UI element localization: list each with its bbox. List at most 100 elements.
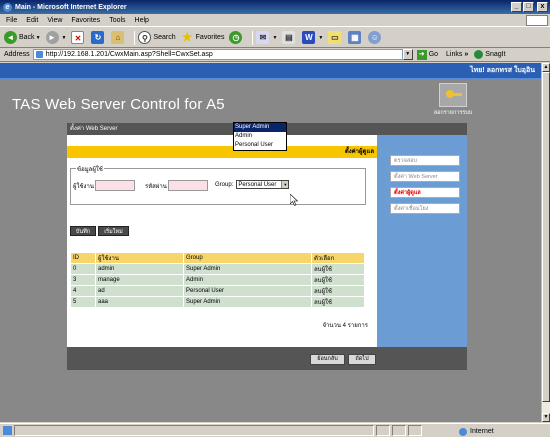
user-info-fieldset: ข้อมูลผู้ใช้ ผู้ใช้งาน รหัสผ่าน Group: P… — [70, 164, 366, 205]
group-option[interactable]: Super Admin — [234, 123, 286, 132]
back-button[interactable]: ◄ Back ▼ — [4, 31, 41, 44]
delete-user-link[interactable]: ลบผู้ใช้ — [311, 296, 365, 308]
favorites-star-icon: ★ — [181, 30, 193, 44]
favorites-button[interactable]: ★ Favorites — [181, 31, 225, 44]
logout-label: ลอกรายการรบบ — [433, 110, 473, 116]
sidebar-item-link[interactable]: ตั้งค่าเชื่อมโยง — [390, 203, 460, 214]
sidebar-item-check[interactable]: ตรวจสอบ — [390, 155, 460, 166]
group-option[interactable]: Admin — [234, 132, 286, 141]
menu-edit[interactable]: Edit — [26, 17, 38, 24]
delete-user-link[interactable]: ลบผู้ใช้ — [311, 274, 365, 286]
chevron-right-icon[interactable]: » — [464, 51, 468, 58]
cell-group: Personal User — [183, 285, 312, 297]
refresh-button[interactable]: ↻ — [91, 31, 106, 44]
stop-button[interactable]: ✕ — [71, 31, 86, 44]
group-select[interactable]: Personal User ▼ — [236, 180, 290, 189]
menu-bar: File Edit View Favorites Tools Help — [0, 14, 550, 27]
delete-user-link[interactable]: ลบผู้ใช้ — [311, 285, 365, 297]
password-row: รหัสผ่าน — [145, 180, 208, 191]
stop-icon: ✕ — [71, 31, 85, 44]
sidebar-item-web-server[interactable]: ตั้งค่า Web Server — [390, 171, 460, 182]
cell-username: ad — [95, 285, 184, 297]
history-icon: ◷ — [229, 31, 243, 44]
scroll-down-icon[interactable]: ▼ — [542, 413, 550, 422]
scroll-thumb[interactable] — [542, 72, 550, 402]
save-button[interactable]: บันทึก — [70, 226, 96, 236]
page-status-icon — [3, 426, 12, 435]
window-title: Main - Microsoft Internet Explorer — [15, 3, 127, 11]
toolbar-separator — [134, 30, 136, 45]
cell-username: aaa — [95, 296, 184, 308]
mail-button[interactable]: ✉ ▼ — [256, 31, 277, 44]
col-option: ตัวเลือก — [311, 252, 365, 264]
table-header-row: ID ผู้ใช้งาน Group ตัวเลือก — [70, 252, 365, 264]
delete-user-link[interactable]: ลบผู้ใช้ — [311, 263, 365, 275]
fieldset-legend: ข้อมูลผู้ใช้ — [76, 164, 104, 174]
links-button[interactable]: Links — [446, 51, 462, 58]
reset-button[interactable]: เริ่มใหม่ — [98, 226, 129, 236]
panel-content: ตั้งค่าผู้ดูแล ข้อมูลผู้ใช้ ผู้ใช้งาน รห… — [67, 135, 377, 347]
key-icon — [439, 83, 467, 107]
status-cell — [392, 425, 406, 436]
cell-id: 5 — [70, 296, 96, 308]
vertical-scrollbar[interactable]: ▲ ▼ — [541, 63, 550, 422]
minimize-button[interactable]: _ — [511, 2, 522, 12]
table-row: 5 aaa Super Admin ลบผู้ใช้ — [70, 296, 365, 308]
edit-button[interactable]: W ▼ — [302, 31, 323, 44]
chevron-down-icon[interactable]: ▼ — [281, 181, 289, 188]
mail-icon: ✉ — [256, 31, 270, 44]
go-arrow-icon: ➜ — [416, 49, 427, 60]
menu-help[interactable]: Help — [135, 17, 149, 24]
address-input[interactable]: http://192.168.1.201/CwxMain.asp?Shell=C… — [32, 49, 403, 60]
snagit-icon — [474, 50, 484, 59]
go-button[interactable]: ➜ Go — [416, 49, 438, 60]
chevron-down-icon: ▼ — [35, 34, 41, 41]
password-input[interactable] — [167, 180, 208, 191]
home-icon: ⌂ — [111, 31, 125, 44]
internet-globe-icon — [459, 427, 467, 436]
next-page-button[interactable]: ถัดไป — [348, 354, 376, 365]
cell-username: manage — [95, 274, 184, 286]
username-input[interactable] — [94, 180, 135, 191]
toolbar: ◄ Back ▼ ► ▼ ✕ ↻ ⌂ ⚲ Search ★ Favorites ◷ ✉ ▼ … — [0, 28, 550, 48]
search-button[interactable]: ⚲ Search — [138, 31, 176, 44]
menu-file[interactable]: File — [6, 17, 17, 24]
logout-button[interactable]: ลอกรายการรบบ — [433, 83, 473, 117]
username-row: ผู้ใช้งาน — [73, 180, 135, 191]
snagit-button[interactable]: SnagIt — [474, 50, 506, 59]
cell-id: 4 — [70, 285, 96, 297]
panel-footer: ย้อนกลับ ถัดไป — [67, 347, 467, 370]
research-button[interactable]: ▦ — [348, 31, 363, 44]
back-page-button[interactable]: ย้อนกลับ — [310, 354, 345, 365]
search-icon: ⚲ — [138, 31, 152, 44]
group-dropdown-list: Super Admin Admin Personal User — [233, 122, 287, 151]
menu-tools[interactable]: Tools — [109, 17, 125, 24]
scroll-up-icon[interactable]: ▲ — [542, 63, 550, 72]
cell-group: Admin — [183, 274, 312, 286]
discuss-button[interactable]: ▭ — [328, 31, 343, 44]
status-cell — [376, 425, 390, 436]
windows-logo-icon — [526, 15, 548, 26]
user-bar: ไทย! ลอกทรส ใบอุอิน — [0, 63, 541, 79]
settings-panel: ตั้งค่า Web Server ตั้งค่าผู้ดูแล ข้อมูล… — [67, 123, 467, 370]
password-label: รหัสผ่าน — [145, 183, 167, 190]
history-button[interactable]: ◷ — [229, 31, 244, 44]
toolbar-separator — [252, 30, 254, 45]
close-button[interactable]: x — [537, 2, 548, 12]
sidebar-item-admin[interactable]: ตั้งค่าผู้ดูแล — [390, 187, 460, 198]
print-icon: ▤ — [282, 31, 296, 44]
menu-view[interactable]: View — [47, 17, 62, 24]
messenger-button[interactable]: ☺ — [368, 31, 383, 44]
address-dropdown-button[interactable]: ▼ — [402, 49, 413, 60]
group-option[interactable]: Personal User — [234, 141, 286, 150]
maximize-button[interactable]: □ — [523, 2, 534, 12]
forward-arrow-icon: ► — [45, 31, 59, 44]
menu-favorites[interactable]: Favorites — [71, 17, 100, 24]
ie-icon: e — [3, 2, 12, 12]
cell-username: admin — [95, 263, 184, 275]
home-button[interactable]: ⌂ — [111, 31, 126, 44]
print-button[interactable]: ▤ — [282, 31, 297, 44]
section-title: ตั้งค่าผู้ดูแล — [67, 146, 377, 158]
group-row: Group: Personal User ▼ — [215, 180, 290, 189]
forward-button[interactable]: ► ▼ — [45, 31, 66, 44]
